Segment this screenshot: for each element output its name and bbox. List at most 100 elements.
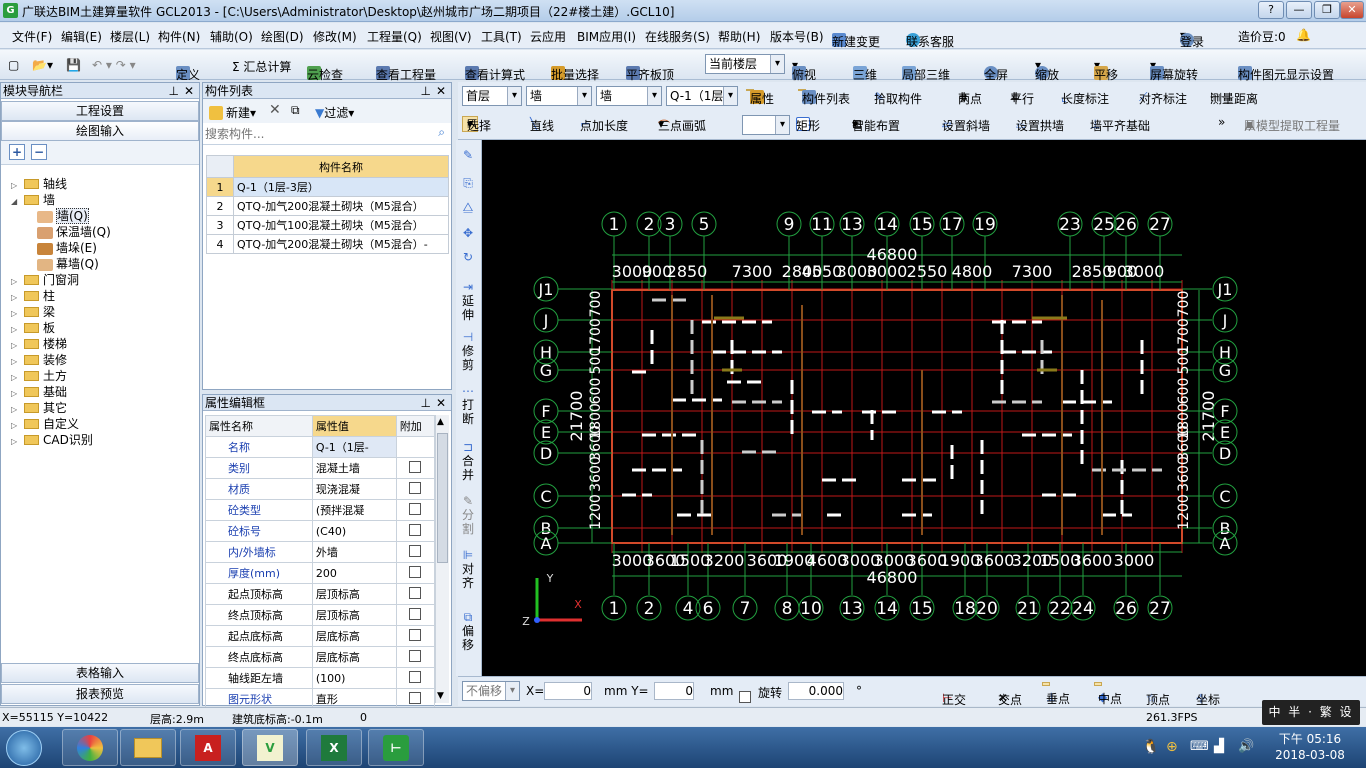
bell-icon[interactable]: 🔔 — [1296, 28, 1311, 42]
pin-icon[interactable]: ⊥ — [421, 83, 431, 99]
property-scrollbar[interactable]: ▲ ▼ — [435, 415, 449, 703]
property-row[interactable]: 轴线距左墙 (100) — [205, 667, 436, 689]
search-icon[interactable]: ⌕ — [438, 125, 445, 140]
tree-item-column[interactable]: ▷ 柱 — [11, 287, 55, 304]
type-select[interactable]: 墙 — [596, 86, 662, 106]
table-row[interactable]: 1 Q-1（1层-3层） — [206, 177, 449, 197]
minimize-button[interactable]: — — [1286, 1, 1312, 19]
expand-all-icon[interactable]: + — [9, 144, 25, 160]
offset-tool[interactable]: ⧉ 偏移 — [460, 610, 476, 652]
component-select[interactable]: Q-1（1层 — [666, 86, 738, 106]
mirror-icon[interactable]: ⧋ — [460, 200, 476, 214]
attach-checkbox[interactable] — [409, 691, 422, 704]
three-point-arc-button[interactable]: ⌒ 三点画弧 ▾ — [658, 117, 706, 133]
break-tool[interactable]: ⋯ 打断 — [460, 384, 476, 426]
property-row[interactable]: 起点顶标高 层顶标高 — [205, 583, 436, 605]
tree-item-wall-pier[interactable]: 墙垛(E) — [37, 239, 97, 256]
close-icon[interactable]: ✕ — [184, 83, 194, 99]
undo-icon[interactable]: ↶ ▾ ↷ ▾ — [92, 58, 136, 72]
perpendicular-toggle[interactable]: ⊥ 垂点 — [1042, 682, 1070, 706]
scroll-down-icon[interactable]: ▼ — [437, 691, 444, 701]
network-icon[interactable]: ▟ — [1214, 739, 1224, 754]
taskbar-app-gcl[interactable]: ⊢ — [368, 729, 424, 766]
tray-plus-icon[interactable]: ⊕ — [1166, 739, 1178, 755]
attach-checkbox[interactable] — [409, 544, 422, 557]
menu-edit[interactable]: 编辑(E) — [61, 28, 102, 45]
help-button[interactable]: ? — [1258, 1, 1284, 19]
volume-icon[interactable]: 🔊 — [1238, 739, 1254, 754]
copy-icon[interactable]: ⧉ — [291, 103, 300, 118]
ime-toolbar[interactable]: 中 半 · 繁 设 — [1262, 700, 1360, 725]
toolbar-overflow-icon[interactable]: » — [1218, 115, 1225, 129]
tree-item-custom[interactable]: ▷ 自定义 — [11, 415, 79, 432]
taskbar-app-browser[interactable] — [62, 729, 118, 766]
property-row[interactable]: 终点顶标高 层顶标高 — [205, 604, 436, 626]
menu-help[interactable]: 帮助(H) — [718, 28, 760, 45]
project-settings-button[interactable]: 工程设置 — [1, 101, 199, 121]
keyboard-icon[interactable]: ⌨ — [1190, 739, 1209, 754]
taskbar-app-autocad[interactable]: A — [180, 729, 236, 766]
tree-item-foundation[interactable]: ▷ 基础 — [11, 383, 67, 400]
tree-item-openings[interactable]: ▷ 门窗洞 — [11, 271, 79, 288]
property-row[interactable]: 起点底标高 层底标高 — [205, 625, 436, 647]
menu-quantity[interactable]: 工程量(Q) — [367, 28, 422, 45]
merge-tool[interactable]: ⊐ 合并 — [460, 440, 476, 482]
tree-item-axis[interactable]: ▷ 轴线 — [11, 175, 67, 192]
menu-online[interactable]: 在线服务(S) — [645, 28, 710, 45]
close-icon[interactable]: ✕ — [436, 83, 446, 99]
erase-icon[interactable]: ✎ — [460, 148, 476, 162]
taskbar-app-glodon[interactable]: V — [242, 729, 298, 766]
new-file-icon[interactable]: ▢ — [8, 58, 19, 72]
tree-item-other[interactable]: ▷ 其它 — [11, 399, 67, 416]
clock[interactable]: 下午 05:16 2018-03-08 — [1262, 731, 1358, 763]
align-tool[interactable]: ⊫ 对齐 — [460, 548, 476, 590]
new-component-button[interactable]: 新建▾ — [209, 104, 256, 121]
attach-checkbox[interactable] — [409, 670, 422, 683]
attach-checkbox[interactable] — [409, 565, 422, 578]
tree-item-slab[interactable]: ▷ 板 — [11, 319, 55, 336]
taskbar-app-explorer[interactable] — [120, 729, 176, 766]
menu-bim[interactable]: BIM应用(I) — [577, 28, 636, 45]
attach-checkbox[interactable] — [409, 586, 422, 599]
qq-icon[interactable]: 🐧 — [1142, 739, 1159, 755]
save-icon[interactable]: 💾 — [66, 58, 81, 72]
attach-checkbox[interactable] — [409, 523, 422, 536]
property-row[interactable]: 类别 混凝土墙 — [205, 457, 436, 479]
rotation-input[interactable] — [788, 682, 844, 700]
table-input-button[interactable]: 表格输入 — [1, 663, 199, 683]
menu-draw[interactable]: 绘图(D) — [261, 28, 304, 45]
property-row[interactable]: 终点底标高 层底标高 — [205, 646, 436, 668]
menu-view[interactable]: 视图(V) — [430, 28, 472, 45]
component-list-toggle[interactable]: 构件列表 — [798, 89, 850, 106]
start-button[interactable] — [6, 730, 42, 766]
arc-option-select[interactable] — [742, 115, 790, 135]
taskbar-app-excel[interactable]: X — [306, 729, 362, 766]
y-offset-input[interactable] — [654, 682, 694, 700]
category-select[interactable]: 墙 — [526, 86, 592, 106]
open-file-icon[interactable]: 📂▾ — [32, 58, 53, 72]
property-row[interactable]: 名称 Q-1（1层- — [205, 436, 436, 458]
properties-toggle[interactable]: 属性 — [746, 89, 774, 106]
attach-checkbox[interactable] — [409, 628, 422, 641]
property-row[interactable]: 砼标号 (C40) — [205, 520, 436, 542]
floor-select[interactable]: 首层 — [462, 86, 522, 106]
menu-component[interactable]: 构件(N) — [158, 28, 200, 45]
rotate-screen-button[interactable]: 屏幕旋转 ▾ — [1150, 58, 1198, 82]
table-row[interactable]: 2 QTQ-加气200混凝土砌块（M5混合） — [206, 196, 449, 216]
attach-checkbox[interactable] — [409, 607, 422, 620]
top-view-button[interactable]: 俯视 ▾ — [792, 58, 816, 82]
menu-assist[interactable]: 辅助(O) — [210, 28, 253, 45]
filter-button[interactable]: ▼过滤▾ — [315, 104, 354, 121]
login-button[interactable]: 登录 ▾ — [1180, 28, 1204, 49]
move-icon[interactable]: ✥ — [460, 226, 476, 240]
split-tool[interactable]: ✎ 分割 — [460, 494, 476, 536]
property-row[interactable]: 厚度(mm) 200 — [205, 562, 436, 584]
menu-cloud[interactable]: 云应用 — [530, 28, 566, 45]
tree-item-wall-q[interactable]: 墙(Q) — [37, 207, 89, 224]
attach-checkbox[interactable] — [409, 649, 422, 662]
tree-item-insulation-wall[interactable]: 保温墙(Q) — [37, 223, 111, 240]
pin-icon[interactable]: ⊥ — [169, 83, 179, 99]
rotate-tool-icon[interactable]: ↻ — [460, 250, 476, 264]
tree-item-decoration[interactable]: ▷ 装修 — [11, 351, 67, 368]
pan-button[interactable]: 平移 ▾ — [1094, 58, 1118, 82]
